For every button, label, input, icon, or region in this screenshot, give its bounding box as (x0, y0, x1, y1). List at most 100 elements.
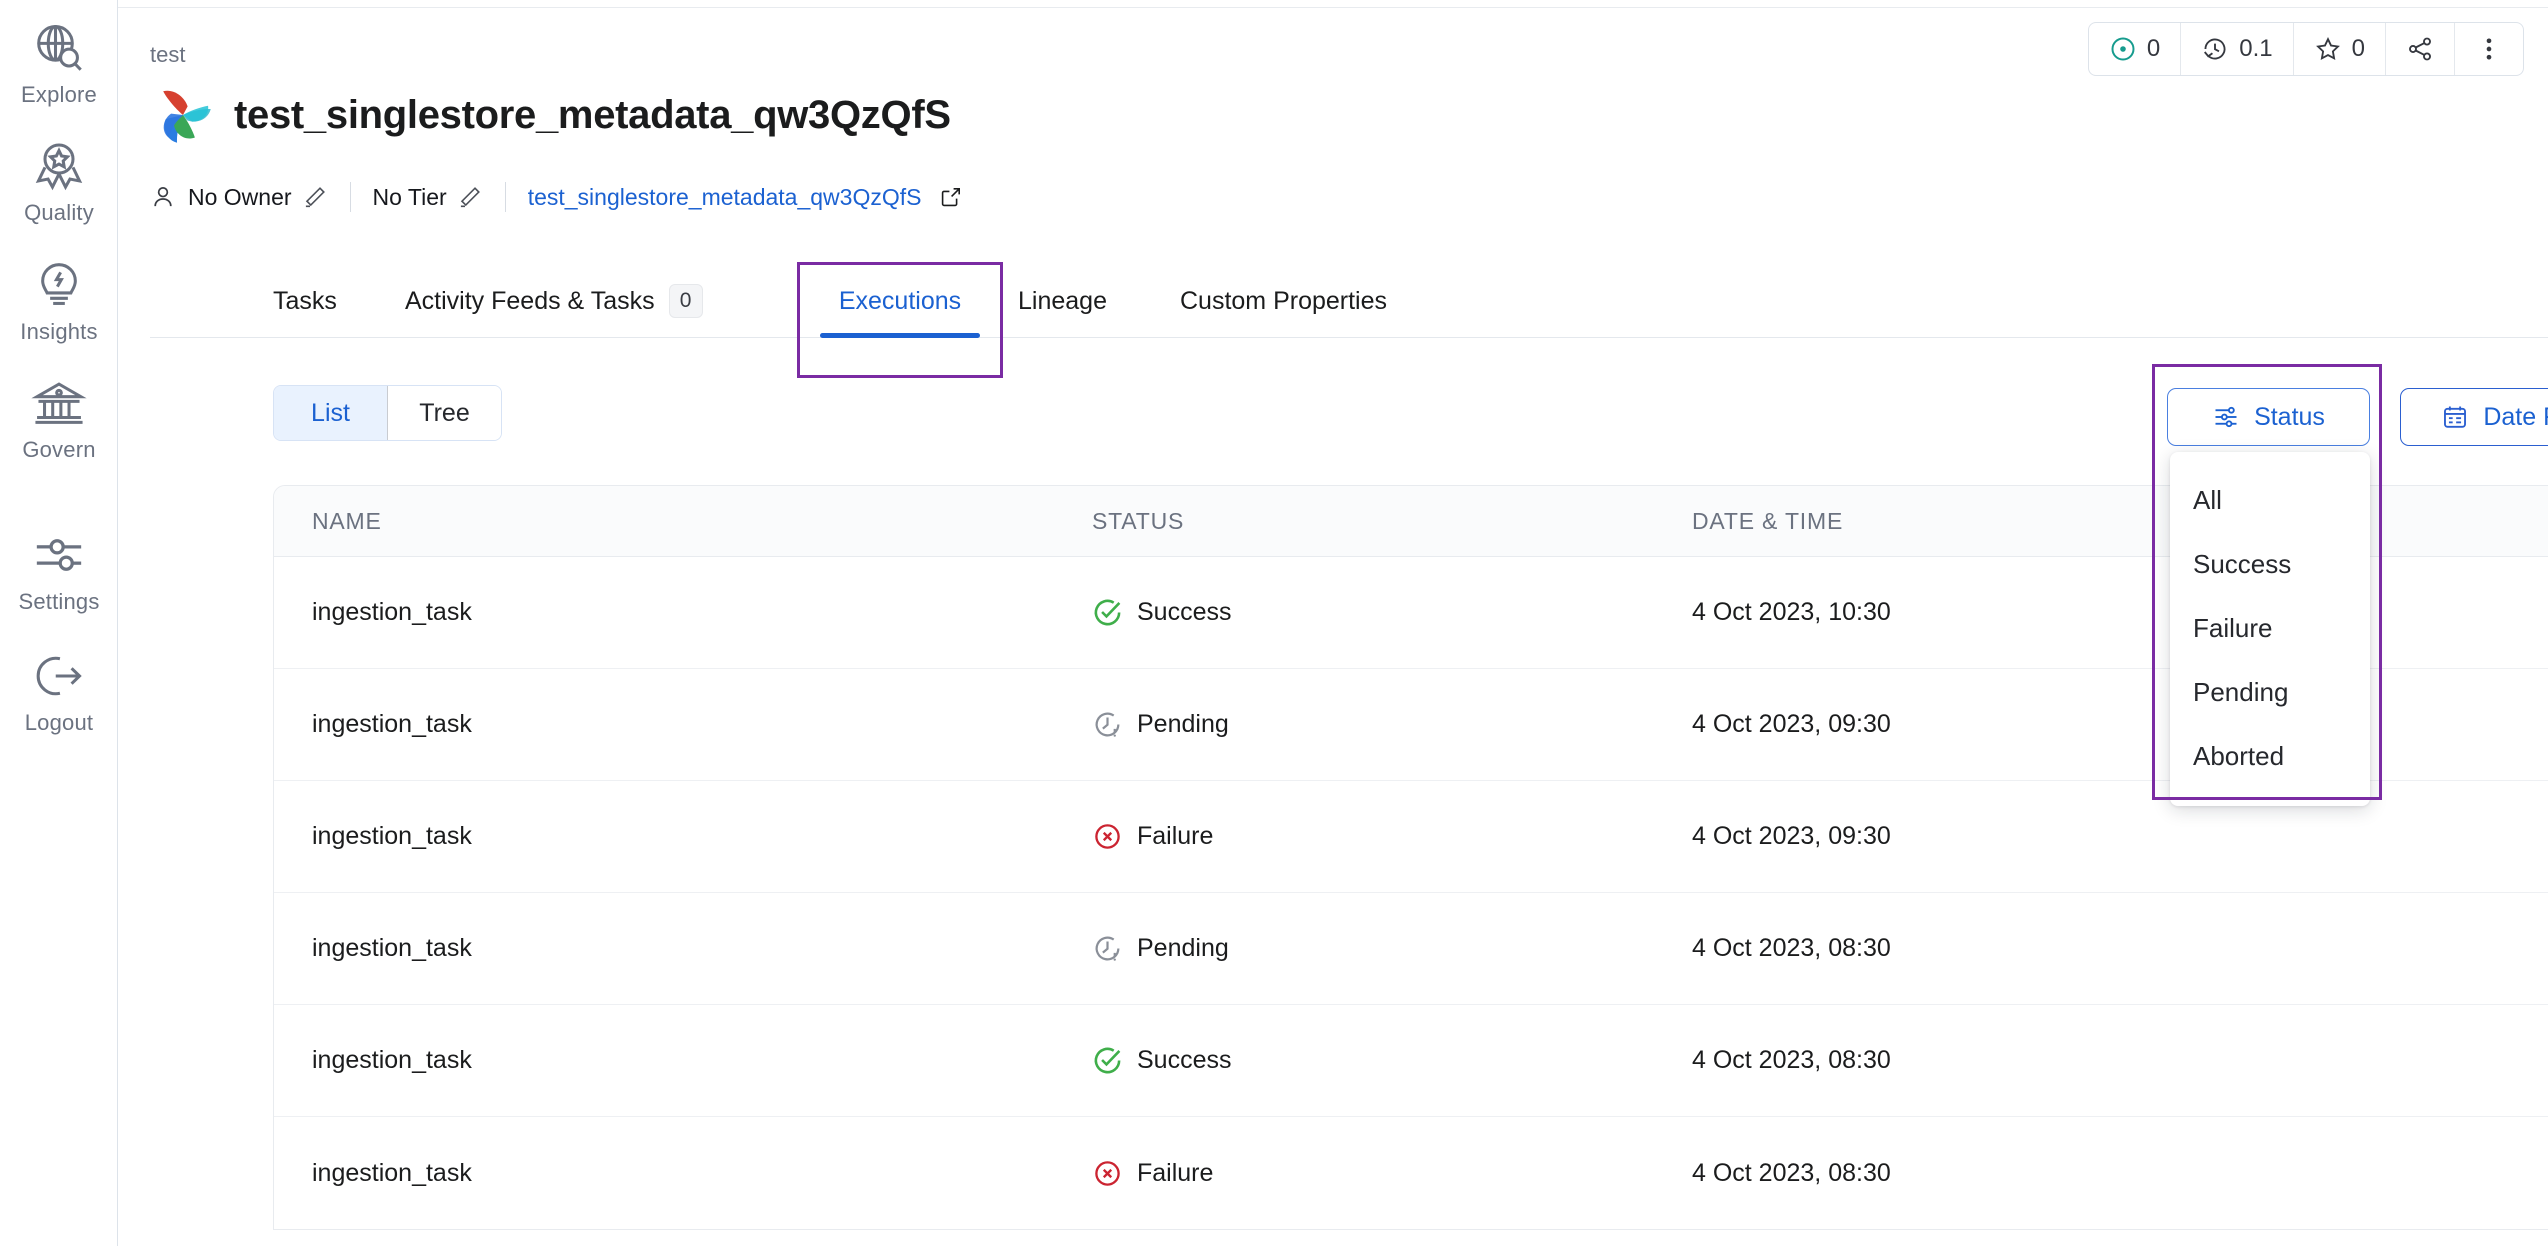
tier-field: No Tier (373, 184, 483, 211)
version-button[interactable]: 0.1 (2181, 23, 2294, 75)
cell-name: ingestion_task (312, 934, 472, 962)
cell-name: ingestion_task (312, 598, 472, 626)
owner-field: No Owner (150, 183, 328, 211)
tab-tasks[interactable]: Tasks (273, 264, 337, 338)
breadcrumb[interactable]: test (150, 42, 185, 68)
version-value: 0.1 (2239, 35, 2273, 62)
external-link-icon[interactable] (939, 185, 963, 209)
entity-action-group: 0 0.1 0 (2087, 22, 2524, 76)
sidebar-item-settings[interactable]: Settings (0, 527, 118, 615)
follow-count: 0 (2351, 35, 2365, 62)
logout-arrow-icon (31, 648, 87, 704)
cell-name: ingestion_task (312, 1046, 472, 1074)
sidebar-item-quality[interactable]: Quality (0, 138, 118, 226)
announcement-button[interactable]: 0 (2089, 23, 2182, 75)
insights-bulb-icon (31, 257, 87, 313)
cell-status: Success (1092, 1045, 1692, 1076)
view-toggle-tree[interactable]: Tree (388, 386, 501, 440)
cell-status: Failure (1092, 1158, 1692, 1189)
tab-badge-count: 0 (668, 284, 703, 318)
status-option-failure[interactable]: Failure (2170, 596, 2370, 660)
external-link-field: test_singlestore_metadata_qw3QzQfS (528, 184, 964, 211)
tab-label: Tasks (273, 286, 337, 315)
status-filter-button[interactable]: Status (2167, 388, 2370, 446)
user-icon (150, 183, 176, 211)
column-header-name: NAME (312, 507, 382, 534)
cell-status: Success (1092, 597, 1692, 628)
status-option-all[interactable]: All (2170, 468, 2370, 532)
sidebar-item-logout[interactable]: Logout (0, 648, 118, 736)
status-label: Failure (1137, 822, 1214, 850)
page-title: test_singlestore_metadata_qw3QzQfS (234, 92, 951, 137)
meta-divider-2 (504, 182, 506, 212)
sidebar-item-govern[interactable]: Govern (0, 375, 118, 463)
globe-search-icon (31, 20, 87, 76)
table-row[interactable]: ingestion_task Success 4 Oct 2023, 08:30 (274, 1005, 2548, 1117)
table-row[interactable]: ingestion_task Failure 4 Oct 2023, 08:30 (274, 1117, 2548, 1229)
airflow-pinwheel-icon (150, 82, 216, 148)
clock-icon (1092, 933, 1123, 964)
tab-label: Lineage (1018, 286, 1107, 315)
active-tab-indicator (820, 333, 980, 338)
sidebar-label-logout: Logout (24, 710, 94, 735)
cell-datetime: 4 Oct 2023, 08:30 (1692, 1158, 1891, 1187)
sidebar-label-govern: Govern (22, 437, 96, 462)
tab-label: Custom Properties (1180, 286, 1388, 315)
meta-divider-1 (349, 182, 351, 212)
sidebar-item-insights[interactable]: Insights (0, 257, 118, 345)
tier-label: No Tier (372, 183, 447, 210)
date-filter-label: Date Filter (2483, 402, 2548, 431)
left-nav-rail: Explore Quality Insights Govern Settings… (0, 0, 118, 1246)
pencil-icon[interactable] (302, 184, 328, 210)
tab-bar: Tasks Activity Feeds & Tasks 0 Execution… (118, 264, 2548, 338)
follow-button[interactable]: 0 (2294, 23, 2386, 75)
status-label: Success (1137, 598, 1232, 626)
calendar-icon (2441, 403, 2469, 431)
status-filter-menu: All Success Failure Pending Aborted (2170, 452, 2370, 806)
tab-activity-feeds-and-tasks[interactable]: Activity Feeds & Tasks 0 (405, 264, 703, 338)
status-filter-label: Status (2254, 402, 2325, 431)
quality-badge-icon (31, 138, 87, 194)
sidebar-label-settings: Settings (18, 589, 100, 614)
pencil-icon[interactable] (457, 184, 483, 210)
cell-datetime: 4 Oct 2023, 08:30 (1692, 1046, 1891, 1074)
column-header-status: STATUS (1092, 507, 1185, 534)
bank-icon (31, 375, 87, 431)
status-label: Pending (1137, 710, 1229, 738)
status-option-aborted[interactable]: Aborted (2170, 724, 2370, 788)
sidebar-label-explore: Explore (21, 82, 97, 107)
sidebar-label-insights: Insights (20, 319, 98, 344)
cell-name: ingestion_task (312, 1158, 472, 1187)
external-link-label[interactable]: test_singlestore_metadata_qw3QzQfS (528, 184, 922, 211)
sidebar-item-explore[interactable]: Explore (0, 20, 118, 108)
entity-title-row: test_singlestore_metadata_qw3QzQfS (150, 82, 951, 148)
cell-name: ingestion_task (312, 822, 472, 850)
announcement-count: 0 (2146, 35, 2161, 62)
share-button[interactable] (2386, 23, 2455, 75)
main-content: test test_singlestore_metadata_qw3QzQfS (118, 0, 2548, 1246)
status-option-pending[interactable]: Pending (2170, 660, 2370, 724)
more-options-button[interactable] (2455, 23, 2523, 75)
tab-executions[interactable]: Executions (820, 264, 980, 338)
owner-label: No Owner (188, 183, 292, 210)
cell-status: Pending (1092, 709, 1692, 740)
share-icon (2406, 35, 2434, 63)
tab-custom-properties[interactable]: Custom Properties (1180, 264, 1387, 338)
check-circle-icon (1092, 1045, 1123, 1076)
tab-label: Activity Feeds & Tasks (405, 286, 655, 315)
cell-datetime: 4 Oct 2023, 09:30 (1692, 822, 1891, 850)
tab-lineage[interactable]: Lineage (1018, 264, 1107, 338)
cell-datetime: 4 Oct 2023, 08:30 (1692, 934, 1891, 962)
kebab-menu-icon (2475, 35, 2503, 63)
star-icon (2314, 35, 2342, 63)
date-filter-button[interactable]: Date Filter (2400, 388, 2548, 446)
version-history-icon (2201, 35, 2229, 63)
table-row[interactable]: ingestion_task Pending 4 Oct 2023, 08:30 (274, 893, 2548, 1005)
cell-status: Pending (1092, 933, 1692, 964)
sliders-icon (31, 527, 87, 583)
x-circle-icon (1092, 1158, 1123, 1189)
view-toggle-list[interactable]: List (274, 386, 387, 440)
status-label: Success (1137, 1046, 1232, 1074)
announcement-icon (2109, 35, 2137, 63)
status-option-success[interactable]: Success (2170, 532, 2370, 596)
